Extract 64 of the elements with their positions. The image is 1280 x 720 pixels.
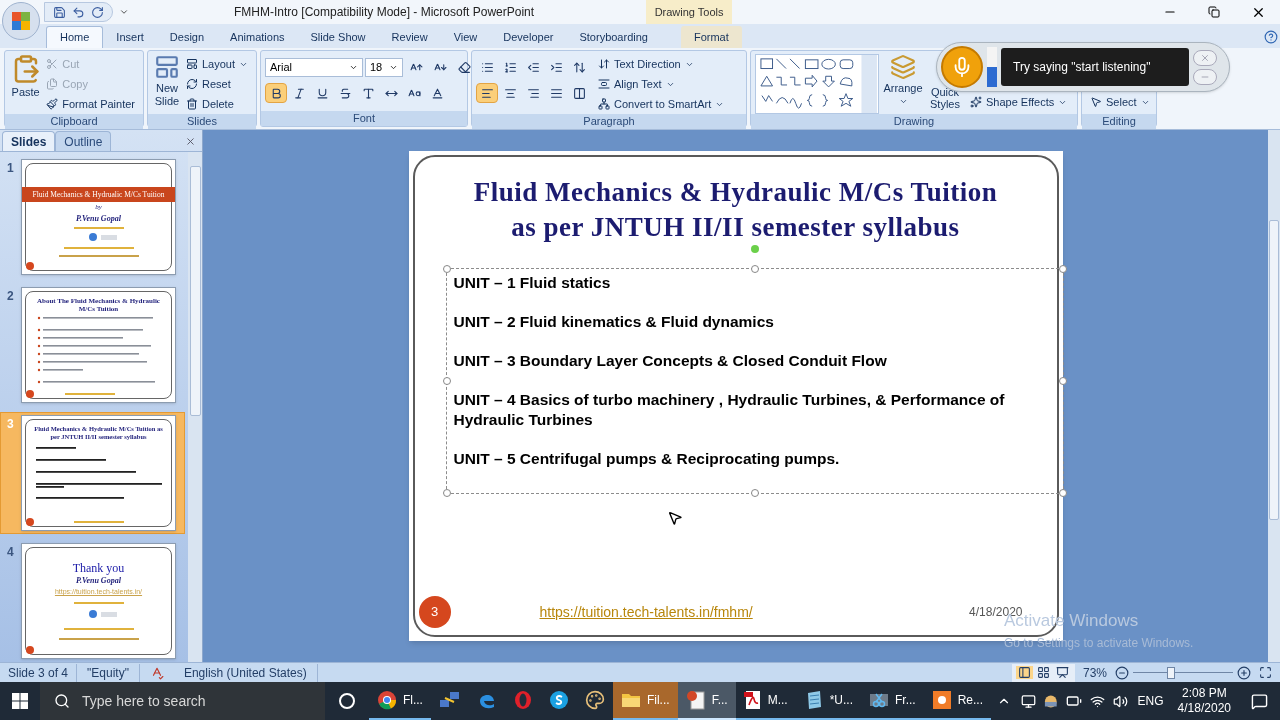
taskbar-clock[interactable]: 2:08 PM 4/18/2020 [1177, 686, 1231, 716]
slide-title: Fluid Mechanics & Hydraulic M/Cs Tuition [473, 176, 998, 209]
font-name-field[interactable]: Arial [265, 57, 363, 77]
unit-line: UNIT – 5 Centrifugal pumps & Reciprocating pumps. [453, 449, 841, 469]
delete-button[interactable]: Delete [181, 94, 252, 114]
speech-hint: Try saying "start listening" [1013, 59, 1151, 76]
group-label: Paragraph [583, 114, 635, 130]
select-button[interactable]: Select [1086, 92, 1154, 112]
language-status: English (United States) [173, 663, 318, 682]
group-label: Clipboard [50, 114, 98, 130]
arrange-button[interactable]: Arrange [882, 54, 924, 106]
taskbar-button[interactable]: M... [735, 682, 796, 720]
layout-button[interactable]: Layout [181, 54, 252, 74]
slide-number: 1 [7, 160, 15, 177]
ribbon-tab[interactable]: Slide Show [297, 26, 379, 48]
contextual-tab-header: Drawing Tools [646, 0, 733, 24]
slide-author: P.Venu Gopal [76, 575, 121, 588]
taskbar-button[interactable]: Fr... [861, 682, 924, 720]
ribbon-tab[interactable]: Home [46, 26, 104, 48]
group-label: Font [353, 111, 375, 127]
zoom-level[interactable]: 73% [1082, 663, 1107, 682]
ribbon-tab[interactable]: Developer [490, 26, 567, 48]
group-label: Editing [1102, 114, 1136, 130]
window-title: FMHM-Intro [Compatibility Mode] - Microsoft PowerPoint [234, 4, 535, 21]
ribbon-tab[interactable]: Format [680, 26, 742, 48]
font-size-field[interactable]: 18 [365, 57, 403, 77]
ribbon-tab[interactable]: Design [156, 26, 218, 48]
taskbar-button[interactable]: Fil... [612, 682, 678, 720]
slide-number: 3 [7, 416, 15, 433]
pane-tab[interactable]: Outline [55, 131, 112, 151]
paste-button[interactable]: Paste [9, 54, 43, 114]
taskbar-button[interactable]: *U... [795, 682, 861, 720]
reset-button[interactable]: Reset [181, 74, 252, 94]
slide-number: 2 [7, 288, 15, 305]
slide-number-badge: 3 [418, 596, 451, 628]
convert-to-smartart-button[interactable]: Convert to SmartArt [594, 94, 729, 114]
unit-line: UNIT – 3 Boundary Layer Concepts & Closed Conduit Flow [453, 351, 888, 371]
taskbar-search-field[interactable]: Type here to search [39, 682, 326, 720]
format-painter-button[interactable]: Format Painter [42, 94, 139, 114]
unit-line: UNIT – 4 Basics of turbo machinery , Hydraulic Turbines, & Performance of Hydraulic Turbines [453, 390, 1006, 430]
theme-status: "Equity" [77, 663, 140, 682]
slide-title: Thank you [72, 562, 125, 576]
ribbon-tab[interactable]: Storyboarding [566, 26, 661, 48]
text-direction-button[interactable]: Text Direction [594, 54, 729, 74]
input-language[interactable]: ENG [1137, 692, 1164, 710]
unit-line: UNIT – 2 Fluid kinematics & Fluid dynamics [453, 312, 775, 332]
unit-line: UNIT – 1 Fluid statics [453, 273, 612, 293]
taskbar-button[interactable]: Re... [923, 682, 991, 720]
align-text-button[interactable]: Align Text [594, 74, 729, 94]
shape-effects-button[interactable]: Shape Effects [966, 92, 1072, 112]
new-slide-button[interactable]: New Slide [152, 54, 182, 114]
ribbon-tab[interactable]: Review [378, 26, 441, 48]
slide-count-status: Slide 3 of 4 [0, 663, 78, 682]
taskbar-button[interactable]: Fl... [368, 682, 431, 720]
slide-number: 4 [7, 544, 15, 561]
group-label: Drawing [893, 114, 935, 130]
slide-title: as per JNTUH II/II semester syllabus [511, 211, 960, 244]
slide-author: P.Venu Gopal [76, 212, 121, 225]
ribbon-tab[interactable]: Animations [217, 26, 298, 48]
taskbar-button[interactable]: F... [677, 682, 736, 720]
group-label: Slides [187, 114, 217, 130]
ribbon-tab[interactable]: View [440, 26, 491, 48]
ribbon-tab[interactable]: Insert [103, 26, 157, 48]
pane-tab[interactable]: Slides [2, 131, 56, 151]
